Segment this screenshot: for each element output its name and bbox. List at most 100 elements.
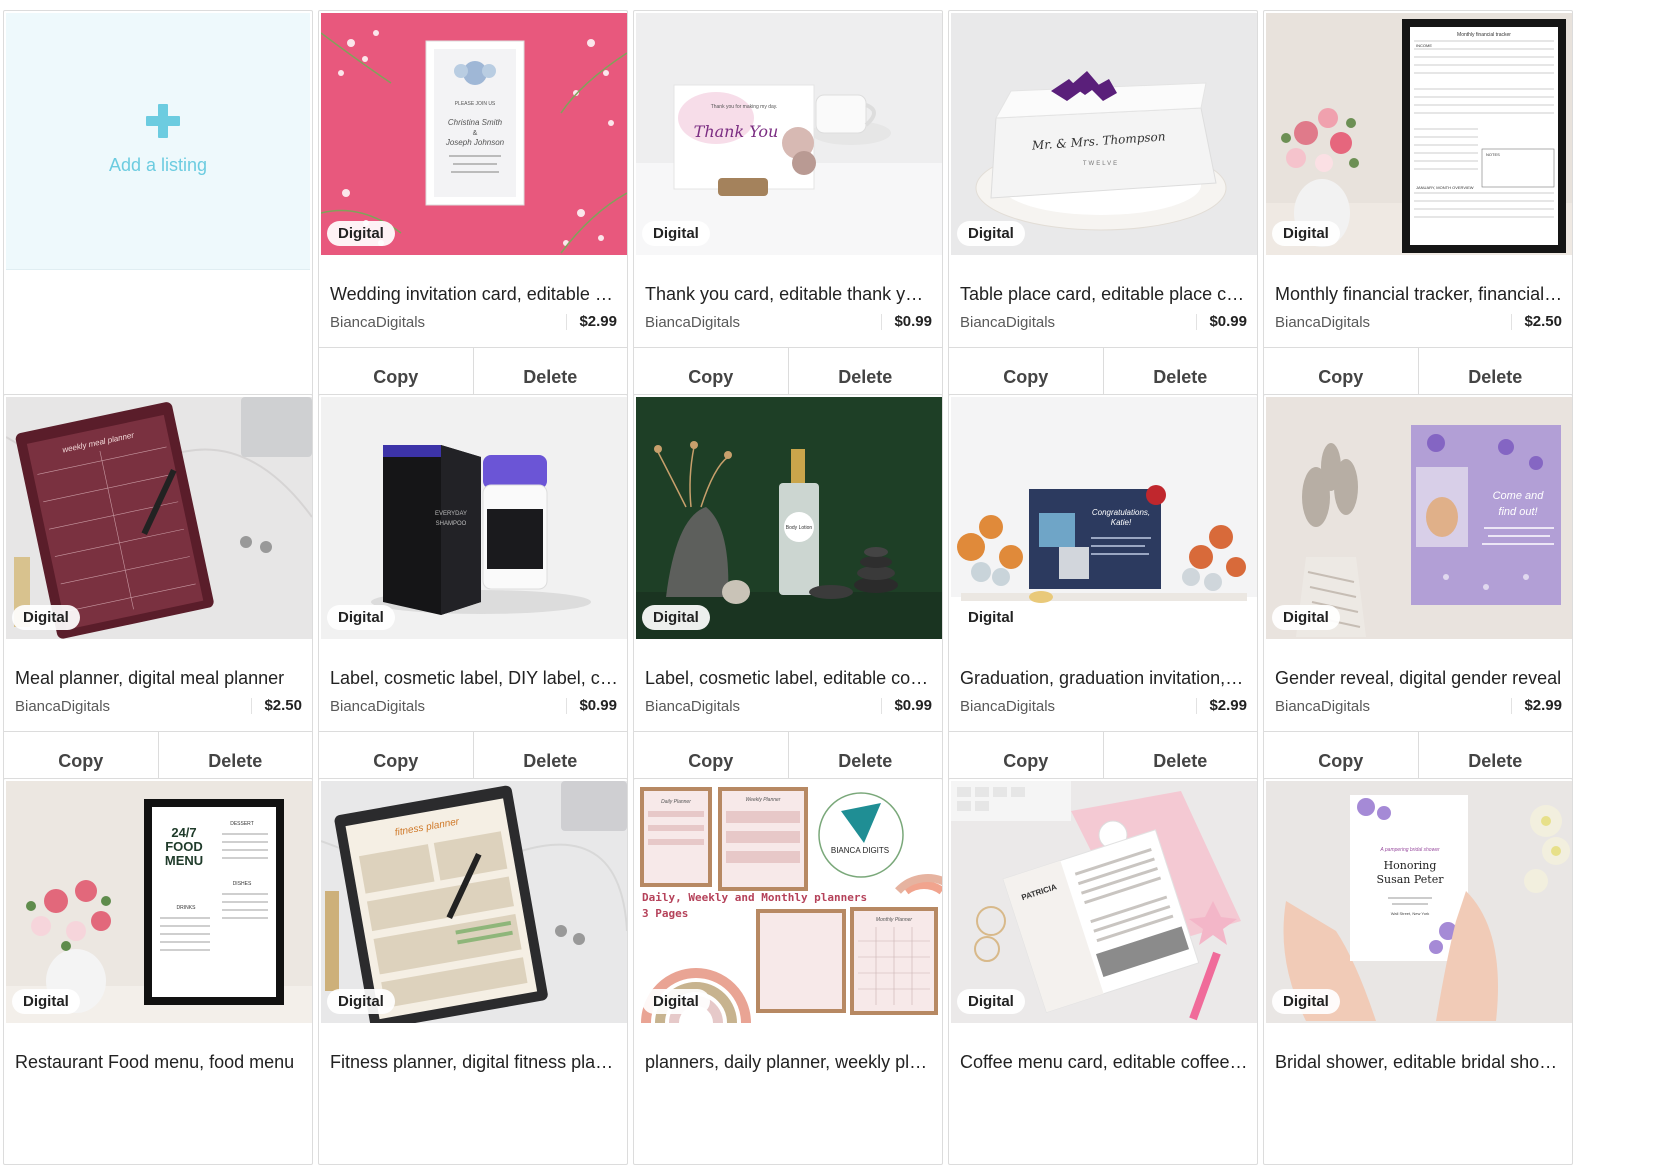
digital-badge: Digital [327, 221, 395, 246]
listing-title[interactable]: Wedding invitation card, editable weddin… [330, 284, 618, 305]
wedding-line-3: & [473, 130, 478, 137]
listing-title[interactable]: Bridal shower, editable bridal shower in… [1275, 1052, 1563, 1073]
listing-price: $0.99 [566, 698, 617, 714]
listing-card[interactable]: Thank you for making my day. Thank You D… [633, 10, 943, 406]
listing-thumbnail[interactable]: Daily Planner Weekly Planner BIANCA DIGI… [636, 781, 942, 1023]
digital-badge: Digital [957, 605, 1025, 630]
listing-title[interactable]: planners, daily planner, weekly planner [645, 1052, 933, 1073]
listing-price: $2.50 [1511, 314, 1562, 330]
listing-thumbnail[interactable]: fitness planner [321, 781, 627, 1023]
foodmenu-line-1: 24/7 [171, 825, 196, 840]
listing-thumbnail[interactable]: Mr. & Mrs. Thompson TWELVE [951, 13, 1257, 255]
listing-title[interactable]: Label, cosmetic label, editable cosmetic… [645, 668, 933, 689]
digital-badge: Digital [957, 989, 1025, 1014]
meal-planner-image: weekly meal planner [6, 397, 312, 639]
listing-title[interactable]: Fitness planner, digital fitness planner [330, 1052, 618, 1073]
digital-badge: Digital [642, 989, 710, 1014]
listing-price: $0.99 [881, 314, 932, 330]
listing-card[interactable]: Monthly financial tracker INCOME NOTES J… [1263, 10, 1573, 406]
shop-name: BiancaDigitals [645, 698, 741, 715]
digital-badge: Digital [642, 605, 710, 630]
bridal-shower-image: A pampering bridal shower Honoring Susan… [1266, 781, 1572, 1023]
listing-price: $2.99 [1196, 698, 1247, 714]
shop-name: BiancaDigitals [1275, 314, 1371, 331]
graduation-line-2: Katie! [1111, 518, 1132, 527]
tracker-line-4: JANUARY, MONTH OVERVIEW [1416, 185, 1474, 190]
listing-price: $0.99 [1196, 314, 1247, 330]
listing-thumbnail[interactable]: Congratulations, Katie! [951, 397, 1257, 639]
planners-line-2: 3 Pages [642, 907, 688, 920]
listing-thumbnail[interactable]: A pampering bridal shower Honoring Susan… [1266, 781, 1572, 1023]
listing-card[interactable]: Mr. & Mrs. Thompson TWELVE Digital Table… [948, 10, 1258, 406]
listing-thumbnail[interactable]: Come and find out! [1266, 397, 1572, 639]
listing-title[interactable]: Label, cosmetic label, DIY label, cosmet… [330, 668, 618, 689]
listing-title[interactable]: Meal planner, digital meal planner [15, 668, 303, 689]
thankyou-line-2: Thank You [694, 122, 779, 141]
digital-badge: Digital [12, 989, 80, 1014]
shop-name: BiancaDigitals [1275, 698, 1371, 715]
listing-card[interactable]: weekly meal planner Digital Meal planner… [3, 394, 313, 790]
perfume-line-1: Body Lotion [786, 525, 813, 531]
listing-thumbnail[interactable]: 24/7 FOOD MENU DESSERT DRINKS DISHES [6, 781, 312, 1023]
thankyou-line-1: Thank you for making my day. [711, 104, 778, 110]
perfume-label-image: Body Lotion [636, 397, 942, 639]
listing-title[interactable]: Gender reveal, digital gender reveal [1275, 668, 1563, 689]
foodmenu-line-4: DESSERT [230, 821, 254, 827]
gender-line-2: find out! [1498, 506, 1537, 518]
add-listing-button[interactable]: Add a listing [6, 13, 310, 270]
listing-thumbnail[interactable]: Monthly financial tracker INCOME NOTES J… [1266, 13, 1572, 255]
listing-card[interactable]: fitness planner Digital Fitness planner,… [318, 778, 628, 1165]
listing-card[interactable]: PATRICIA Digital Coffee menu card, edita… [948, 778, 1258, 1165]
listing-title[interactable]: Coffee menu card, editable coffee menu [960, 1052, 1248, 1073]
planners-line-3: BIANCA DIGITS [831, 846, 889, 855]
listing-title[interactable]: Monthly financial tracker, financial pla… [1275, 284, 1563, 305]
listing-card[interactable]: Come and find out! Digital Gender reveal… [1263, 394, 1573, 790]
planners-line-6: Monthly Planner [876, 917, 912, 923]
listing-title[interactable]: Restaurant Food menu, food menu [15, 1052, 303, 1073]
shop-name: BiancaDigitals [960, 314, 1056, 331]
listing-card[interactable]: EVERYDAY SHAMPOO Digital Label, cosmetic… [318, 394, 628, 790]
fitness-planner-image: fitness planner [321, 781, 627, 1023]
shop-name: BiancaDigitals [645, 314, 741, 331]
listing-title[interactable]: Thank you card, editable thank you card [645, 284, 933, 305]
bridal-line-3: Susan Peter [1376, 873, 1444, 886]
listing-thumbnail[interactable]: EVERYDAY SHAMPOO [321, 397, 627, 639]
tracker-line-3: NOTES [1486, 152, 1500, 157]
digital-badge: Digital [642, 221, 710, 246]
listing-thumbnail[interactable]: weekly meal planner [6, 397, 312, 639]
shop-name: BiancaDigitals [960, 698, 1056, 715]
shop-name: BiancaDigitals [15, 698, 111, 715]
listing-card[interactable]: Daily Planner Weekly Planner BIANCA DIGI… [633, 778, 943, 1165]
listing-price: $2.99 [566, 314, 617, 330]
listing-title[interactable]: Graduation, graduation invitation, gradu… [960, 668, 1248, 689]
listing-card[interactable]: PLEASE JOIN US Christina Smith & Joseph … [318, 10, 628, 406]
shampoo-label-image: EVERYDAY SHAMPOO [321, 397, 627, 639]
shampoo-line-2: SHAMPOO [436, 521, 467, 527]
digital-badge: Digital [957, 221, 1025, 246]
listing-card[interactable]: Body Lotion Digital Label, cosmetic labe… [633, 394, 943, 790]
listing-card[interactable]: Congratulations, Katie! Digital Graduati… [948, 394, 1258, 790]
listing-title[interactable]: Table place card, editable place card [960, 284, 1248, 305]
listing-thumbnail[interactable]: Thank you for making my day. Thank You [636, 13, 942, 255]
planners-line-4: Daily Planner [661, 799, 691, 805]
digital-badge: Digital [12, 605, 80, 630]
digital-badge: Digital [327, 989, 395, 1014]
thank-you-card-image: Thank you for making my day. Thank You [636, 13, 942, 255]
digital-badge: Digital [1272, 989, 1340, 1014]
financial-tracker-image: Monthly financial tracker INCOME NOTES J… [1266, 13, 1572, 255]
listing-thumbnail[interactable]: PATRICIA [951, 781, 1257, 1023]
digital-badge: Digital [327, 605, 395, 630]
listing-thumbnail[interactable]: Body Lotion [636, 397, 942, 639]
foodmenu-line-5: DRINKS [177, 905, 197, 911]
graduation-invitation-image: Congratulations, Katie! [951, 397, 1257, 639]
listing-card[interactable]: 24/7 FOOD MENU DESSERT DRINKS DISHES Dig… [3, 778, 313, 1165]
bridal-line-1: A pampering bridal shower [1379, 847, 1440, 853]
digital-badge: Digital [1272, 605, 1340, 630]
gender-line-1: Come and [1493, 490, 1545, 502]
foodmenu-line-3: MENU [165, 853, 203, 868]
add-listing-card[interactable]: Add a listing [3, 10, 313, 397]
listing-card[interactable]: A pampering bridal shower Honoring Susan… [1263, 778, 1573, 1165]
shop-name: BiancaDigitals [330, 698, 426, 715]
gender-reveal-image: Come and find out! [1266, 397, 1572, 639]
listing-thumbnail[interactable]: PLEASE JOIN US Christina Smith & Joseph … [321, 13, 627, 255]
